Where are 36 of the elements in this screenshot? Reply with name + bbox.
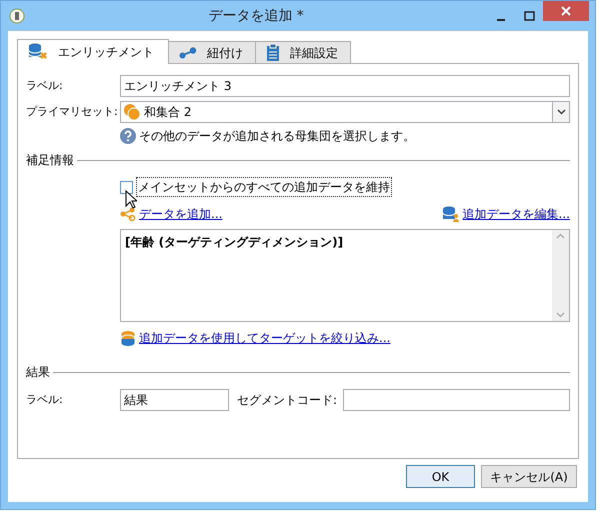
label-field[interactable]: エンリッチメント 3 bbox=[120, 75, 570, 97]
section-heading: 結果 bbox=[26, 364, 50, 381]
primary-set-dropdown[interactable]: 和集合 2 bbox=[120, 101, 570, 123]
database-icon bbox=[120, 330, 136, 346]
tab[interactable]: エンリッチメント bbox=[17, 39, 169, 64]
edit-data-link[interactable]: 追加データを編集... bbox=[462, 205, 570, 223]
help-text: その他のデータが追加される母集団を選択します。 bbox=[139, 128, 415, 145]
tab[interactable]: 紐付け bbox=[168, 41, 256, 63]
window-title: データを追加 * bbox=[207, 6, 305, 26]
share-icon bbox=[120, 207, 136, 221]
tab[interactable]: 詳細設定 bbox=[255, 41, 351, 63]
minimize-icon bbox=[497, 19, 505, 21]
maximize-icon bbox=[524, 11, 534, 21]
clipboard-icon bbox=[266, 44, 280, 61]
field-label: プライマリセット: bbox=[26, 104, 119, 120]
field-label: ラベル: bbox=[26, 392, 64, 408]
database-user-icon bbox=[442, 206, 460, 222]
database-icon bbox=[28, 43, 48, 61]
help-icon bbox=[120, 128, 136, 144]
add-data-link[interactable]: データを追加... bbox=[139, 205, 222, 223]
filter-link[interactable]: 追加データを使用してターゲットを絞り込み... bbox=[139, 329, 390, 347]
checkbox-label[interactable]: メインセットからのすべての追加データを維持 bbox=[136, 177, 392, 197]
field-label: ラベル: bbox=[26, 78, 64, 94]
field-label: セグメントコード: bbox=[237, 392, 338, 409]
checkbox[interactable] bbox=[120, 180, 133, 194]
app-icon bbox=[9, 8, 25, 24]
ok-button[interactable]: OK bbox=[406, 465, 475, 488]
section-heading: 補足情報 bbox=[26, 152, 74, 169]
close-button[interactable] bbox=[543, 1, 589, 21]
link-icon bbox=[179, 46, 197, 58]
cancel-button[interactable]: キャンセル(A) bbox=[481, 465, 577, 488]
segment-code-field[interactable] bbox=[343, 389, 570, 411]
close-icon bbox=[561, 6, 571, 16]
cursor-icon bbox=[125, 190, 137, 209]
union-icon bbox=[123, 103, 141, 121]
result-label-field[interactable]: 結果 bbox=[120, 389, 229, 411]
